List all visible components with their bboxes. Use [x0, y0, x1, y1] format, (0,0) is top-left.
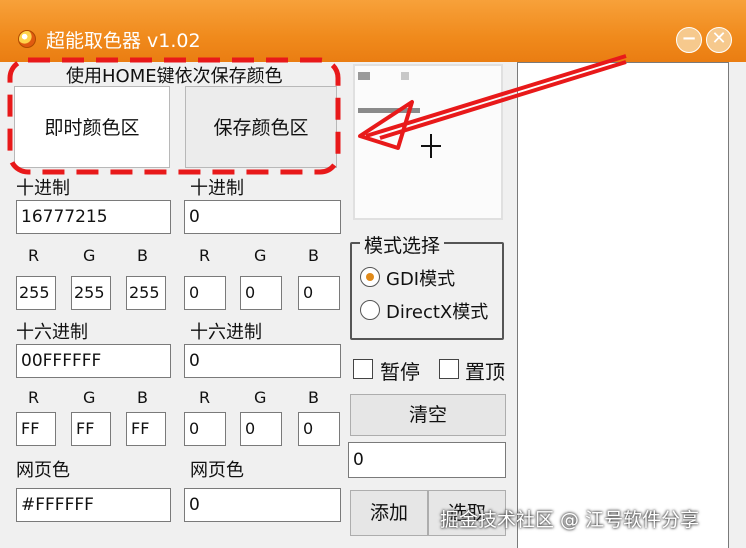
app-window: 超能取色器 v1.02 − ✕ 使用HOME键依次保存颜色 即时颜色区 保存颜色…: [0, 0, 746, 548]
arrow-line-lower: [379, 60, 627, 140]
watermark-text: 掘金技术社区 @ 江号软件分享: [440, 509, 700, 531]
arrow-head: [358, 100, 414, 150]
annotation-overlay: [7, 54, 627, 175]
highlight-dashed-box: [7, 57, 341, 175]
